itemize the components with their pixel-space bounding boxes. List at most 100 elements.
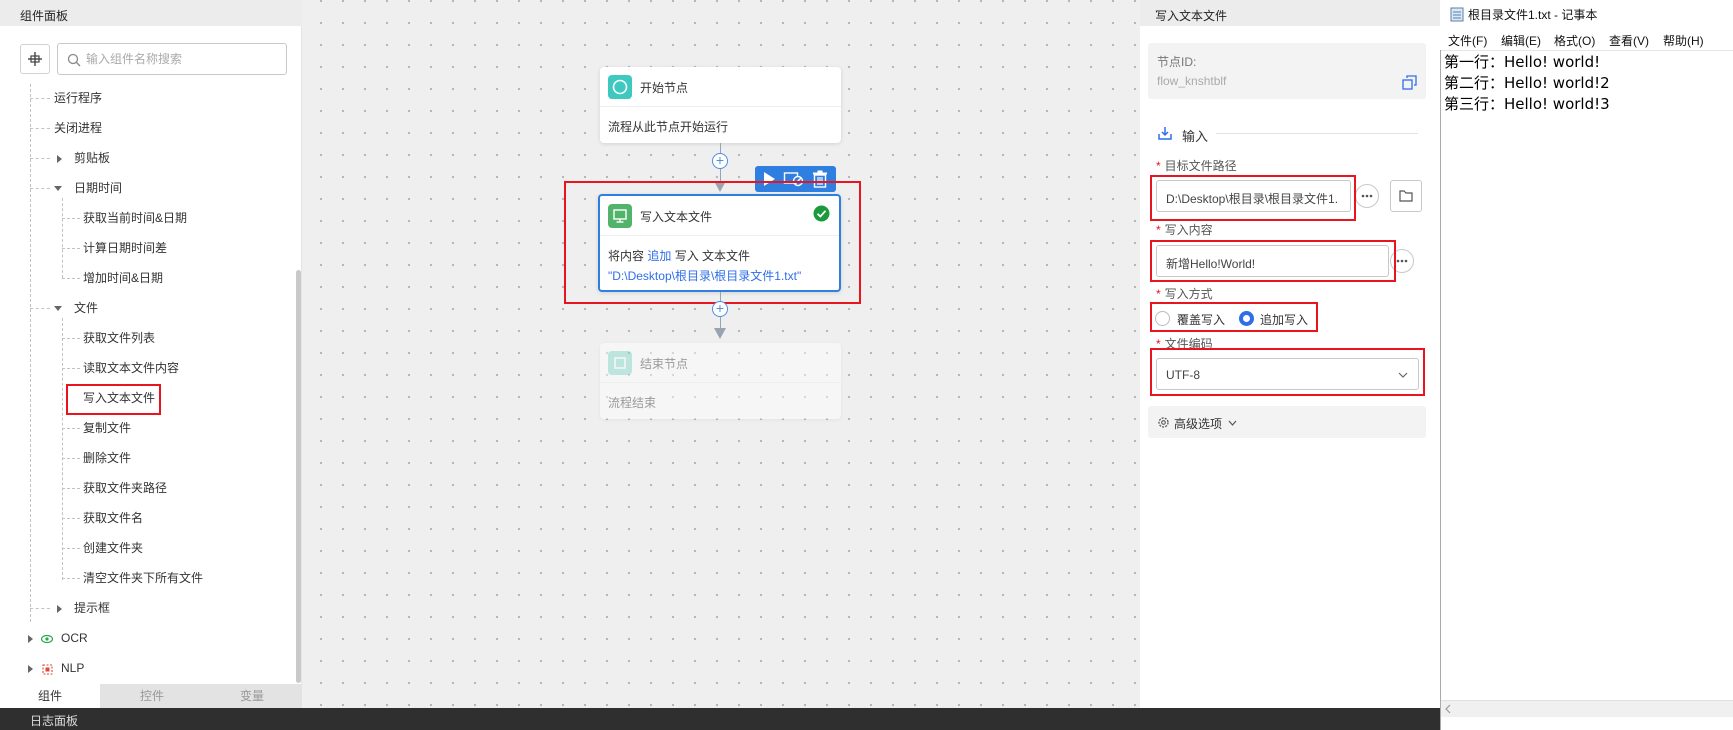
expand-caret-icon[interactable]: [57, 605, 62, 613]
collapse-icon: [28, 52, 42, 66]
tree-connector: [30, 608, 50, 609]
highlight-box: [564, 181, 861, 304]
tree-item-get-file-list[interactable]: 获取文件列表: [83, 328, 155, 348]
tree-item-close-process[interactable]: 关闭进程: [54, 118, 102, 138]
menu-format[interactable]: 格式(O): [1554, 32, 1595, 49]
menu-file[interactable]: 文件(F): [1448, 32, 1487, 49]
collapse-tree-button[interactable]: [20, 44, 50, 74]
tree-item-create-folder[interactable]: 创建文件夹: [83, 538, 143, 558]
start-node-icon: [608, 75, 632, 99]
component-search-box[interactable]: [57, 43, 287, 75]
tree-item-delete-file[interactable]: 删除文件: [83, 448, 131, 468]
collapse-caret-icon[interactable]: [54, 186, 62, 191]
chevron-down-icon: [1228, 420, 1237, 426]
panel-tabs: 组件 控件 变量: [0, 684, 302, 708]
tree-item-calc-date-diff[interactable]: 计算日期时间差: [83, 238, 167, 258]
notepad-line[interactable]: 第三行：Hello! world!3: [1444, 93, 1610, 114]
tab-components[interactable]: 组件: [0, 684, 100, 708]
tree-connector: [30, 188, 50, 189]
log-panel-bar[interactable]: 日志面板: [0, 708, 1440, 730]
tree-item-run-program[interactable]: 运行程序: [54, 88, 102, 108]
tree-scrollbar[interactable]: [296, 270, 301, 683]
node-id-box: 节点ID: flow_knshtblf: [1148, 43, 1426, 99]
folder-icon: [1399, 190, 1413, 202]
tree-item-file[interactable]: 文件: [74, 298, 98, 318]
mode-label: * 写入方式: [1156, 287, 1213, 301]
add-node-button[interactable]: +: [712, 301, 728, 317]
highlight-box: [1150, 348, 1425, 396]
section-divider: [1216, 133, 1418, 134]
tree-item-get-folder-path[interactable]: 获取文件夹路径: [83, 478, 167, 498]
tree-connector: [62, 368, 80, 369]
expand-caret-icon[interactable]: [28, 665, 33, 673]
nlp-icon: [42, 664, 53, 675]
tree-item-nlp[interactable]: NLP: [61, 658, 84, 678]
node-id-value: flow_knshtblf: [1157, 74, 1227, 88]
scroll-left-icon: [1445, 704, 1451, 714]
end-node-header: 结束节点: [600, 343, 841, 383]
tree-connector: [62, 218, 80, 219]
highlight-box: [1150, 302, 1318, 332]
tree-item-ocr[interactable]: OCR: [61, 628, 88, 648]
collapse-caret-icon[interactable]: [54, 306, 62, 311]
tab-controls[interactable]: 控件: [102, 684, 202, 708]
tree-item-read-text-file[interactable]: 读取文本文件内容: [83, 358, 179, 378]
browse-file-button[interactable]: [1390, 180, 1422, 212]
expand-caret-icon[interactable]: [57, 155, 62, 163]
notepad-title: 根目录文件1.txt - 记事本: [1440, 0, 1733, 28]
tab-variables[interactable]: 变量: [202, 684, 302, 708]
tree-item-clipboard[interactable]: 剪贴板: [74, 148, 110, 168]
tree-guide-line: [30, 84, 31, 622]
tree-connector: [30, 98, 50, 99]
more-icon: [1361, 194, 1373, 198]
target-path-more-button[interactable]: [1355, 184, 1379, 208]
notepad-menu-bar: 文件(F) 编辑(E) 格式(O) 查看(V) 帮助(H): [1440, 28, 1733, 50]
highlight-box: [1150, 175, 1356, 221]
target-path-label: * 目标文件路径: [1156, 159, 1237, 173]
end-node-desc: 流程结束: [608, 396, 657, 410]
tree-connector: [62, 428, 80, 429]
expand-caret-icon[interactable]: [28, 635, 33, 643]
add-node-button[interactable]: +: [712, 153, 728, 169]
tree-connector: [62, 458, 80, 459]
tree-item-get-current-datetime[interactable]: 获取当前时间&日期: [83, 208, 187, 228]
tree-guide-line: [62, 198, 63, 278]
notepad-line[interactable]: 第二行：Hello! world!2: [1444, 72, 1610, 93]
gear-icon: [1158, 417, 1169, 428]
tree-connector: [30, 308, 50, 309]
node-id-label: 节点ID:: [1157, 55, 1197, 69]
tree-item-copy-file[interactable]: 复制文件: [83, 418, 131, 438]
end-node[interactable]: 结束节点 流程结束: [600, 343, 841, 419]
search-icon: [67, 53, 81, 67]
tree-connector: [62, 248, 80, 249]
tree-item-clear-folder[interactable]: 清空文件夹下所有文件: [83, 568, 203, 588]
advanced-options-toggle[interactable]: 高级选项: [1148, 406, 1426, 438]
eye-icon: [41, 634, 53, 644]
component-panel: [0, 0, 302, 708]
menu-view[interactable]: 查看(V): [1609, 32, 1649, 49]
tree-connector: [30, 128, 50, 129]
copy-icon[interactable]: [1402, 75, 1417, 90]
start-node-title: 开始节点: [640, 81, 689, 95]
tree-item-add-datetime[interactable]: 增加时间&日期: [83, 268, 163, 288]
tree-item-datetime[interactable]: 日期时间: [74, 178, 122, 198]
flow-arrow-icon: [714, 328, 726, 339]
tree-connector: [30, 158, 50, 159]
tree-connector: [62, 548, 80, 549]
tree-item-get-file-name[interactable]: 获取文件名: [83, 508, 143, 528]
menu-help[interactable]: 帮助(H): [1663, 32, 1704, 49]
component-search-input[interactable]: [86, 50, 276, 68]
menu-edit[interactable]: 编辑(E): [1501, 32, 1541, 49]
start-node-desc: 流程从此节点开始运行: [608, 120, 729, 134]
properties-title: 写入文本文件: [1140, 0, 1440, 26]
end-node-title: 结束节点: [640, 357, 689, 371]
notepad-line[interactable]: 第一行：Hello! world!: [1444, 51, 1600, 72]
notepad-app-icon: [1450, 7, 1464, 22]
component-panel-title: 组件面板: [0, 0, 302, 26]
start-node[interactable]: 开始节点 流程从此节点开始运行: [600, 67, 841, 143]
notepad-horizontal-scrollbar[interactable]: [1441, 700, 1733, 717]
input-icon: [1158, 127, 1172, 140]
end-node-icon: [608, 351, 632, 375]
tree-item-prompt-box[interactable]: 提示框: [74, 598, 110, 618]
tree-guide-line: [62, 318, 63, 580]
